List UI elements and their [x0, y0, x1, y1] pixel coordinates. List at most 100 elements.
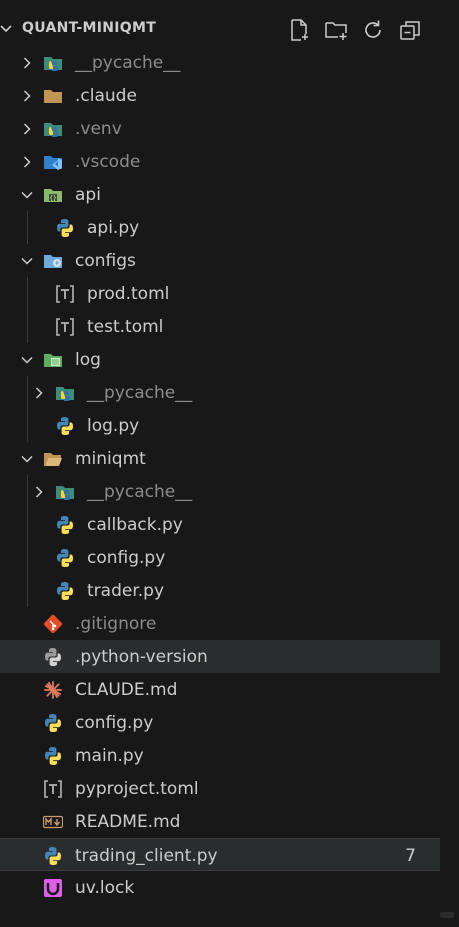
chevron-right-icon[interactable] [32, 485, 46, 499]
file-item-main-py[interactable]: main.py [0, 739, 440, 772]
chevron-down-icon[interactable] [20, 188, 34, 202]
chevron-down-icon[interactable] [0, 21, 14, 37]
tree-item-label: test.toml [87, 317, 164, 337]
folder-item-log[interactable]: log [0, 343, 440, 376]
chevron-right-icon[interactable] [20, 155, 34, 169]
chevron-down-icon[interactable] [20, 452, 34, 466]
tree-item-label: CLAUDE.md [75, 680, 178, 700]
log-folder-icon [43, 350, 63, 370]
tree-item-label: prod.toml [87, 284, 170, 304]
git-icon [43, 614, 63, 634]
file-item-readme-md[interactable]: README.md [0, 805, 440, 838]
indent-guide [27, 277, 28, 343]
tree-item-label: api.py [87, 218, 140, 238]
python-file-icon [55, 416, 75, 436]
chevron-down-icon[interactable] [20, 353, 34, 367]
python-file-icon [55, 548, 75, 568]
folder-open-icon [43, 449, 63, 469]
new-folder-icon[interactable] [324, 18, 348, 42]
folder-item-venv[interactable]: .venv [0, 112, 440, 145]
tree-item-label: trading_client.py [75, 846, 218, 866]
file-item-prod-toml[interactable]: prod.toml [0, 277, 440, 310]
scrollbar-marker [440, 912, 454, 918]
python-folder-icon [55, 383, 75, 403]
folder-item-vscode[interactable]: .vscode [0, 145, 440, 178]
tree-item-label: api [75, 185, 101, 205]
folder-item-claude[interactable]: .claude [0, 79, 440, 112]
tree-item-label: miniqmt [75, 449, 146, 469]
explorer-header[interactable]: QUANT-MINIQMT [0, 10, 440, 48]
config-folder-icon [43, 251, 63, 271]
file-tree: __pycache__ .claude .venv .vscode {} api api.p… [0, 46, 440, 904]
tree-item-label: .gitignore [75, 614, 157, 634]
tree-item-label: .vscode [75, 152, 141, 172]
folder-item-api[interactable]: {} api [0, 178, 440, 211]
file-item-api-py[interactable]: api.py [0, 211, 440, 244]
tree-item-label: config.py [87, 548, 166, 568]
tree-item-label: .python-version [75, 647, 208, 667]
tree-item-label: pyproject.toml [75, 779, 199, 799]
folder-item-pycache[interactable]: __pycache__ [0, 475, 440, 508]
chevron-right-icon[interactable] [20, 89, 34, 103]
tree-item-label: .claude [75, 86, 137, 106]
collapse-all-icon[interactable] [398, 18, 422, 42]
tree-item-label: main.py [75, 746, 144, 766]
tree-item-label: __pycache__ [75, 53, 181, 73]
python-gray-icon [43, 647, 63, 667]
python-folder-icon [55, 482, 75, 502]
tree-item-label: uv.lock [75, 878, 135, 898]
folder-item-miniqmt[interactable]: miniqmt [0, 442, 440, 475]
file-item-trader-py[interactable]: trader.py [0, 574, 440, 607]
api-folder-icon: {} [43, 185, 63, 205]
claude-icon [43, 680, 63, 700]
folder-icon [43, 86, 63, 106]
folder-item-pycache[interactable]: __pycache__ [0, 46, 440, 79]
tree-item-label: config.py [75, 713, 154, 733]
file-item-log-py[interactable]: log.py [0, 409, 440, 442]
svg-text:{}: {} [49, 195, 56, 202]
uv-lock-icon [43, 878, 63, 898]
scrollbar[interactable] [442, 0, 459, 927]
toml-file-icon [55, 317, 75, 337]
toml-file-icon [55, 284, 75, 304]
python-file-icon [43, 746, 63, 766]
vscode-folder-icon [43, 152, 63, 172]
file-item-config-py[interactable]: config.py [0, 706, 440, 739]
file-item-gitignore[interactable]: .gitignore [0, 607, 440, 640]
toml-file-icon [43, 779, 63, 799]
tree-item-label: configs [75, 251, 136, 271]
chevron-right-icon[interactable] [20, 122, 34, 136]
tree-item-label: log.py [87, 416, 140, 436]
python-file-icon [55, 515, 75, 535]
file-item-python-version[interactable]: .python-version [0, 640, 440, 673]
indent-guide [27, 376, 28, 442]
python-file-icon [55, 218, 75, 238]
file-item-pyproject-toml[interactable]: pyproject.toml [0, 772, 440, 805]
explorer-actions [287, 18, 422, 42]
file-item-test-toml[interactable]: test.toml [0, 310, 440, 343]
tree-item-label: __pycache__ [87, 482, 193, 502]
tree-item-label: trader.py [87, 581, 165, 601]
file-item-config-py[interactable]: config.py [0, 541, 440, 574]
python-file-icon [43, 846, 63, 866]
python-file-icon [43, 713, 63, 733]
refresh-icon[interactable] [361, 18, 385, 42]
python-file-icon [55, 581, 75, 601]
file-item-uv-lock[interactable]: uv.lock [0, 871, 440, 904]
chevron-right-icon[interactable] [32, 386, 46, 400]
indent-guide [27, 211, 28, 244]
folder-item-configs[interactable]: configs [0, 244, 440, 277]
folder-item-pycache[interactable]: __pycache__ [0, 376, 440, 409]
tree-item-label: callback.py [87, 515, 183, 535]
new-file-icon[interactable] [287, 18, 311, 42]
tree-item-label: log [75, 350, 101, 370]
file-item-claude-md[interactable]: CLAUDE.md [0, 673, 440, 706]
chevron-down-icon[interactable] [20, 254, 34, 268]
file-item-callback-py[interactable]: callback.py [0, 508, 440, 541]
problems-badge: 7 [405, 846, 416, 866]
file-item-trading-client-py[interactable]: trading_client.py 7 [0, 838, 440, 871]
python-folder-icon [43, 119, 63, 139]
chevron-right-icon[interactable] [20, 56, 34, 70]
tree-item-label: .venv [75, 119, 122, 139]
python-folder-icon [43, 53, 63, 73]
